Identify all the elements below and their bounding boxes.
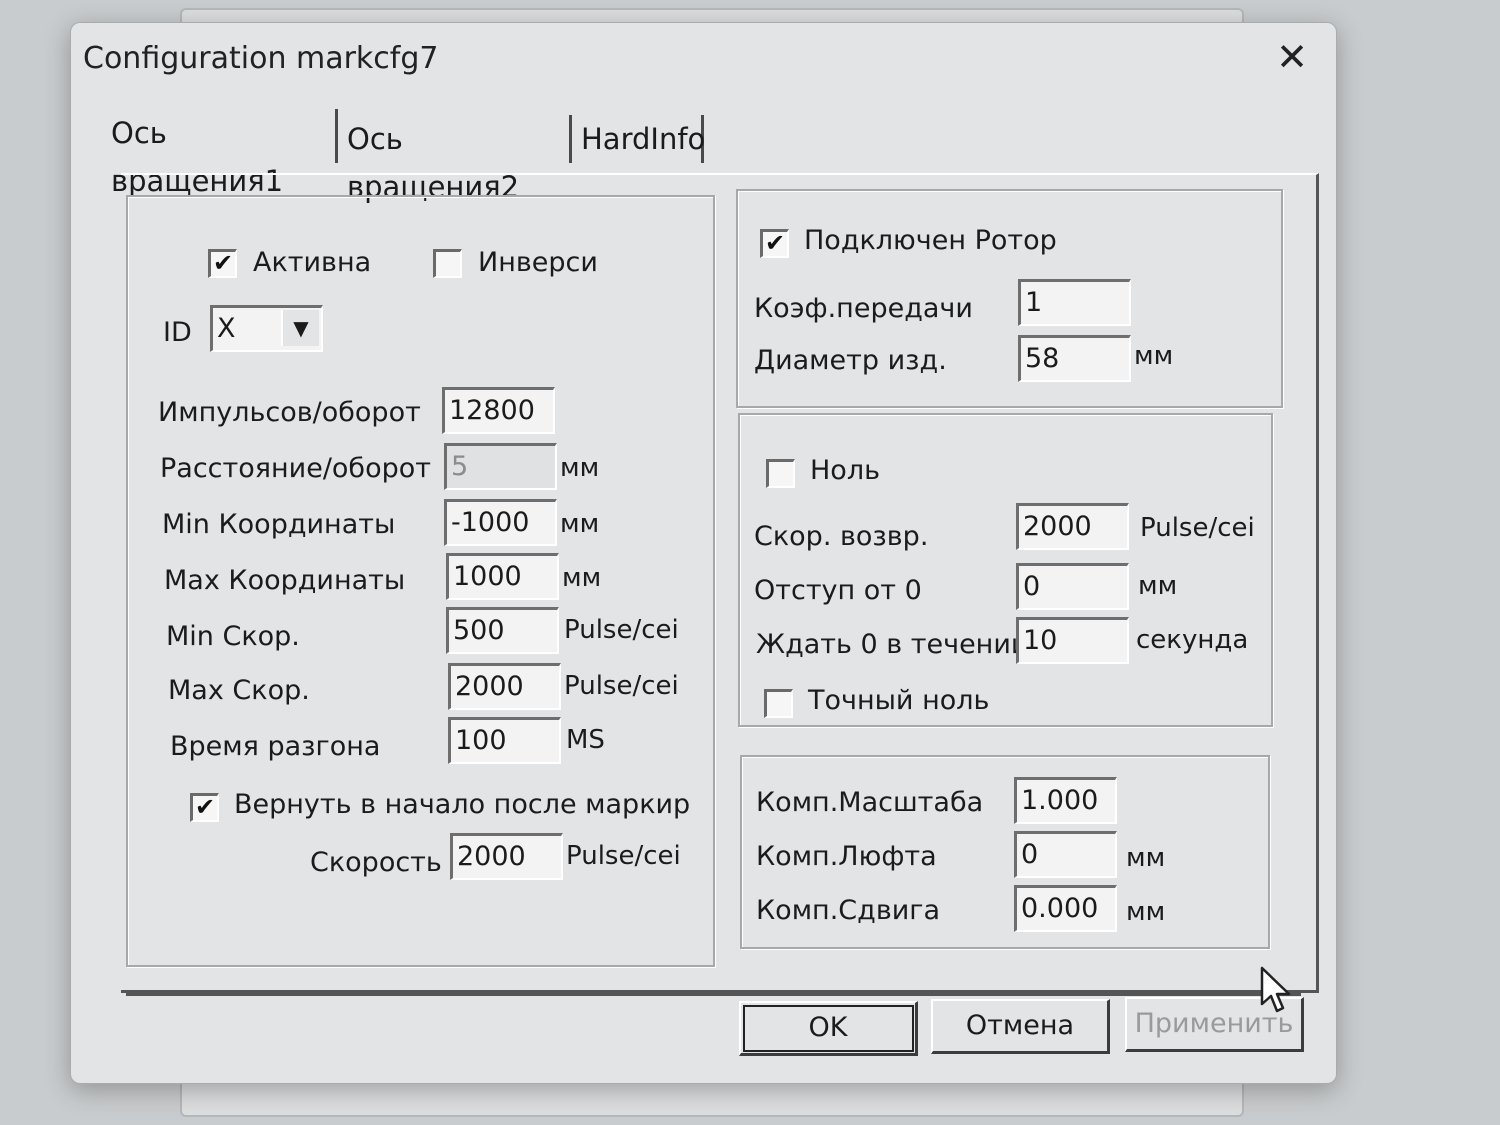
config-dialog: Configuration markcfg7 ✕ Ось вращения1 О… [70, 22, 1337, 1084]
distance-per-rev-label: Расстояние/оборот [160, 453, 431, 484]
close-icon[interactable]: ✕ [1272, 37, 1312, 77]
axis-settings-group: ✔ Активна Инверси ID X ▼ Импульсов/оборо… [126, 195, 715, 967]
distance-per-rev-unit: мм [560, 453, 600, 483]
rotor-group: ✔ Подключен Ротор Коэф.передачи 1 Диамет… [736, 189, 1283, 408]
tab-hardinfo[interactable]: HardInfo [571, 115, 705, 163]
max-speed-field[interactable]: 2000 [448, 663, 561, 710]
return-home-label: Вернуть в начало после маркир [234, 789, 691, 820]
id-label: ID [163, 317, 192, 348]
precise-zero-label: Точный ноль [808, 685, 990, 716]
zero-offset-field[interactable]: 0 [1016, 563, 1129, 610]
zero-offset-unit: мм [1138, 571, 1178, 601]
inverse-checkbox[interactable] [433, 249, 462, 278]
shift-comp-field[interactable]: 0.000 [1014, 885, 1117, 932]
zero-group: Ноль Скор. возвр. 2000 Pulse/cei Отступ … [738, 413, 1273, 727]
backlash-comp-unit: мм [1126, 843, 1166, 873]
tab-axis-2[interactable]: Ось вращения2 [337, 115, 572, 204]
return-speed-field[interactable]: 2000 [450, 833, 563, 880]
min-coord-field[interactable]: -1000 [444, 499, 557, 546]
min-coord-unit: мм [560, 509, 600, 539]
shift-comp-label: Комп.Сдвига [756, 895, 941, 926]
min-coord-label: Min Координаты [162, 509, 396, 540]
max-speed-unit: Pulse/cei [564, 671, 679, 701]
rotor-connected-label: Подключен Ротор [804, 225, 1057, 256]
active-checkbox[interactable]: ✔ [208, 249, 237, 278]
return-home-checkbox[interactable]: ✔ [190, 793, 219, 822]
return-speed-unit: Pulse/cei [566, 841, 681, 871]
cancel-button[interactable]: Отмена [931, 999, 1110, 1054]
max-coord-unit: мм [562, 563, 602, 593]
zero-wait-unit: секунда [1136, 625, 1249, 655]
accel-time-field[interactable]: 100 [448, 717, 561, 764]
min-speed-label: Min Скор. [166, 621, 300, 652]
precise-zero-checkbox[interactable] [764, 689, 793, 718]
max-coord-field[interactable]: 1000 [446, 553, 559, 600]
id-select-value: X [217, 313, 236, 344]
gear-ratio-label: Коэф.передачи [754, 293, 973, 324]
zero-checkbox[interactable] [766, 459, 795, 488]
dialog-title: Configuration markcfg7 [83, 41, 439, 76]
ok-button[interactable]: OK [739, 1001, 918, 1056]
accel-time-unit: MS [566, 725, 605, 755]
zero-wait-label: Ждать 0 в течении [756, 629, 1029, 660]
distance-per-rev-field[interactable]: 5 [444, 443, 557, 490]
diameter-unit: мм [1134, 341, 1174, 371]
return-velocity-label: Скор. возвр. [754, 521, 929, 552]
chevron-down-icon[interactable]: ▼ [281, 310, 319, 346]
rotor-connected-checkbox[interactable]: ✔ [760, 229, 789, 258]
diameter-label: Диаметр изд. [754, 345, 947, 376]
mouse-cursor-icon [1260, 966, 1291, 1013]
min-speed-unit: Pulse/cei [564, 615, 679, 645]
accel-time-label: Время разгона [170, 731, 381, 762]
active-label: Активна [253, 247, 372, 278]
min-speed-field[interactable]: 500 [446, 607, 559, 654]
scale-comp-label: Комп.Масштаба [756, 787, 984, 818]
return-velocity-unit: Pulse/cei [1140, 513, 1255, 543]
return-speed-label: Скорость [310, 847, 442, 878]
pulses-per-rev-label: Импульсов/оборот [158, 397, 421, 428]
button-separator [126, 993, 1301, 996]
max-speed-label: Max Скор. [168, 675, 310, 706]
return-velocity-field[interactable]: 2000 [1016, 503, 1129, 550]
pulses-per-rev-field[interactable]: 12800 [442, 387, 555, 434]
zero-wait-field[interactable]: 10 [1016, 617, 1129, 664]
diameter-field[interactable]: 58 [1018, 335, 1131, 382]
compensation-group: Комп.Масштаба 1.000 Комп.Люфта 0 мм Комп… [740, 755, 1270, 949]
inverse-label: Инверси [478, 247, 598, 278]
gear-ratio-field[interactable]: 1 [1018, 279, 1131, 326]
backlash-comp-label: Комп.Люфта [756, 841, 937, 872]
zero-offset-label: Отступ от 0 [754, 575, 922, 606]
scale-comp-field[interactable]: 1.000 [1014, 777, 1117, 824]
shift-comp-unit: мм [1126, 897, 1166, 927]
id-select[interactable]: X ▼ [210, 305, 323, 352]
zero-label: Ноль [810, 455, 880, 486]
max-coord-label: Max Координаты [164, 565, 406, 596]
backlash-comp-field[interactable]: 0 [1014, 831, 1117, 878]
tab-axis-1[interactable]: Ось вращения1 [101, 109, 338, 198]
